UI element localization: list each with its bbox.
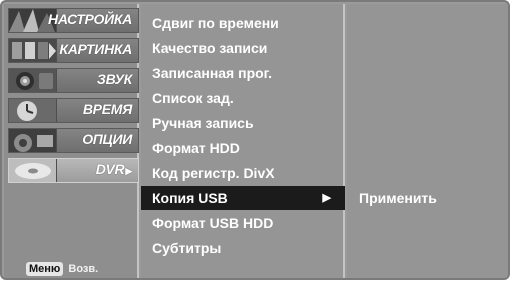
category-label: DVR▶ — [95, 161, 133, 177]
submenu-item-subtitles[interactable]: Субтитры — [141, 236, 345, 260]
back-hint-text: Возв. — [68, 263, 99, 275]
category-options[interactable]: ОПЦИИ — [8, 128, 139, 153]
submenu-item-manual-record[interactable]: Ручная запись — [141, 111, 345, 135]
category-label: ОПЦИИ — [82, 131, 132, 147]
dvr-submenu: Сдвиг по времени Качество записи Записан… — [141, 4, 345, 278]
submenu-item-schedule-list[interactable]: Список зад. — [141, 86, 345, 110]
category-sidebar: НАСТРОЙКА КАРТИНКА ЗВУК ВРЕМЯ ОПЦИИ DVR▶… — [4, 4, 139, 278]
submenu-item-recorded-programs[interactable]: Записанная прог. — [141, 61, 345, 85]
category-dvr[interactable]: DVR▶ — [8, 158, 139, 183]
clock-icon — [9, 99, 57, 122]
category-time[interactable]: ВРЕМЯ — [8, 98, 139, 123]
option-panel: Применить — [347, 4, 508, 278]
options-icon — [9, 129, 57, 152]
category-setup[interactable]: НАСТРОЙКА — [8, 8, 139, 33]
submenu-item-usb-copy[interactable]: Копия USB ▶ — [141, 186, 345, 210]
category-picture[interactable]: КАРТИНКА — [8, 38, 139, 63]
picture-icon — [9, 39, 57, 62]
category-label: КАРТИНКА — [59, 41, 132, 57]
submenu-item-format-hdd[interactable]: Формат HDD — [141, 136, 345, 160]
category-audio[interactable]: ЗВУК — [8, 68, 139, 93]
menu-back-hint: Меню Возв. — [26, 262, 98, 276]
dvr-osd-menu: НАСТРОЙКА КАРТИНКА ЗВУК ВРЕМЯ ОПЦИИ DVR▶… — [0, 0, 510, 280]
category-label: НАСТРОЙКА — [48, 11, 132, 27]
submenu-item-label: Копия USB — [152, 190, 228, 206]
dvr-disc-icon — [9, 159, 57, 182]
category-label: ВРЕМЯ — [82, 101, 132, 117]
category-label: ЗВУК — [96, 71, 132, 87]
audio-icon — [9, 69, 57, 92]
submenu-item-format-usb-hdd[interactable]: Формат USB HDD — [141, 211, 345, 235]
submenu-item-time-shift[interactable]: Сдвиг по времени — [141, 11, 345, 35]
chevron-right-icon: ▶ — [125, 166, 132, 176]
apply-button[interactable]: Применить — [347, 186, 508, 210]
submenu-item-record-quality[interactable]: Качество записи — [141, 36, 345, 60]
play-arrow-icon: ▶ — [322, 192, 331, 204]
submenu-item-divx-code[interactable]: Код регистр. DivX — [141, 161, 345, 185]
menu-key-badge: Меню — [26, 262, 64, 276]
